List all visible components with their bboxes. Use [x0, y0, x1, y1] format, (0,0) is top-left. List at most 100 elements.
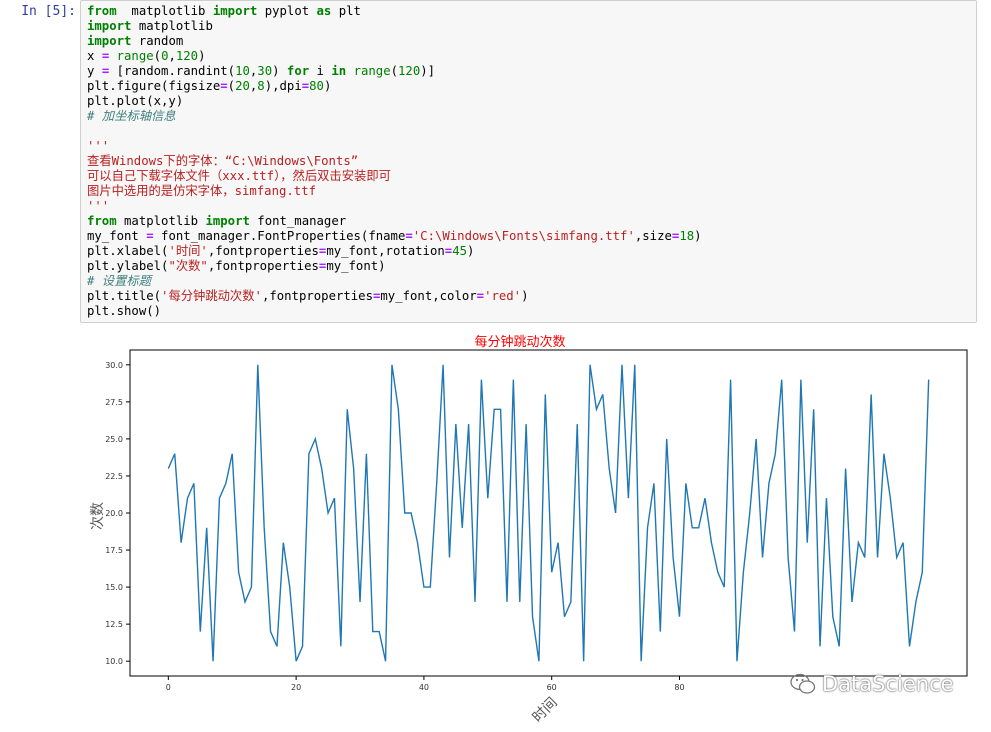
code-line: # 设置标题 [87, 274, 970, 289]
x-axis-label: 时间 [530, 695, 561, 726]
code-token: ) [467, 244, 474, 258]
code-token: ),dpi [265, 79, 302, 93]
code-line: import matplotlib [87, 19, 970, 34]
code-token: 'red' [484, 289, 521, 303]
code-token: ''' [87, 139, 109, 153]
code-token: '每分钟跳动次数' [161, 289, 262, 303]
code-token: plt.ylabel( [87, 259, 168, 273]
code-token: )] [420, 64, 435, 78]
code-token: plt.xlabel( [87, 244, 168, 258]
code-line: ''' [87, 139, 970, 154]
code-token: '时间' [168, 244, 207, 258]
code-token: ( [154, 49, 161, 63]
y-tick-label: 12.5 [105, 620, 123, 629]
y-tick-label: 20.0 [105, 509, 123, 518]
series-line [168, 365, 928, 661]
code-line: plt.plot(x,y) [87, 94, 970, 109]
code-token: import [205, 214, 249, 228]
x-axis: 020406080 [166, 676, 685, 692]
y-tick-label: 25.0 [105, 435, 123, 444]
code-token: import [87, 19, 131, 33]
code-line: plt.xlabel('时间',fontproperties=my_font,r… [87, 244, 970, 259]
code-token: x [87, 49, 102, 63]
code-token: matplotlib [117, 214, 206, 228]
code-token: ) [521, 289, 528, 303]
code-token: ( [228, 79, 235, 93]
code-token: , [168, 49, 175, 63]
code-token: my_font [87, 229, 146, 243]
line-chart: 每分钟跳动次数 10.012.515.017.520.022.525.027.5… [80, 330, 980, 728]
cell-prompt: In [5]: [0, 4, 76, 19]
code-token: = [477, 289, 484, 303]
code-token: plt.show() [87, 304, 161, 318]
code-token: 18 [679, 229, 694, 243]
code-cell-input[interactable]: from matplotlib import pyplot as pltimpo… [80, 0, 977, 323]
code-token: range [354, 64, 391, 78]
code-line: plt.show() [87, 304, 970, 319]
code-token: ) [324, 79, 331, 93]
code-token: 80 [309, 79, 324, 93]
code-line: ''' [87, 199, 970, 214]
cell-output: 每分钟跳动次数 10.012.515.017.520.022.525.027.5… [80, 330, 980, 728]
code-line: y = [random.randint(10,30) for i in rang… [87, 64, 970, 79]
code-token: = [220, 79, 227, 93]
code-token [346, 64, 353, 78]
code-token: "次数" [168, 259, 207, 273]
code-token: from [87, 214, 117, 228]
y-tick-label: 27.5 [105, 398, 123, 407]
code-token: font_manager [250, 214, 346, 228]
y-tick-label: 10.0 [105, 657, 123, 666]
code-line: 查看Windows下的字体：“C:\Windows\Fonts” [87, 154, 970, 169]
code-line: from matplotlib import pyplot as plt [87, 4, 970, 19]
code-token: ( [391, 64, 398, 78]
code-token: my_font,rotation [326, 244, 444, 258]
x-tick-label: 80 [674, 683, 684, 692]
code-editor[interactable]: from matplotlib import pyplot as pltimpo… [87, 4, 970, 319]
code-token: 8 [257, 79, 264, 93]
code-token: i [309, 64, 331, 78]
y-axis: 10.012.515.017.520.022.525.027.530.0 [105, 361, 130, 666]
code-token: ,fontproperties [208, 259, 319, 273]
y-tick-label: 30.0 [105, 361, 123, 370]
code-token: 120 [176, 49, 198, 63]
code-token: 30 [257, 64, 272, 78]
code-line: 图片中选用的是仿宋字体，simfang.ttf [87, 184, 970, 199]
code-line: plt.figure(figsize=(20,8),dpi=80) [87, 79, 970, 94]
code-token: ) [694, 229, 701, 243]
code-token: random [131, 34, 183, 48]
code-token: pyplot [257, 4, 316, 18]
code-line: from matplotlib import font_manager [87, 214, 970, 229]
wechat-icon [790, 673, 816, 695]
code-token: 120 [398, 64, 420, 78]
code-token: 45 [452, 244, 467, 258]
code-token [109, 49, 116, 63]
code-token: ) [198, 49, 205, 63]
chart-title: 每分钟跳动次数 [474, 334, 565, 350]
code-token: ''' [87, 199, 109, 213]
code-line: x = range(0,120) [87, 49, 970, 64]
code-token: plt.title( [87, 289, 161, 303]
code-line: 可以自己下载字体文件（xxx.ttf），然后双击安装即可 [87, 169, 970, 184]
code-token: 'C:\Windows\Fonts\simfang.ttf' [413, 229, 635, 243]
series-points [168, 365, 928, 661]
code-token: # 设置标题 [87, 274, 151, 288]
plot-area [130, 350, 967, 676]
code-line: my_font = font_manager.FontProperties(fn… [87, 229, 970, 244]
code-token: range [117, 49, 154, 63]
watermark-text: DataScience [822, 672, 954, 696]
code-token: = [146, 229, 153, 243]
code-line [87, 124, 970, 139]
code-token: # 加坐标轴信息 [87, 109, 176, 123]
code-line: plt.title('每分钟跳动次数',fontproperties=my_fo… [87, 289, 970, 304]
y-axis-label: 次数 [90, 502, 106, 530]
code-token: ,fontproperties [262, 289, 373, 303]
code-token: ,size [635, 229, 672, 243]
code-token: ,fontproperties [208, 244, 319, 258]
code-token: y [87, 64, 102, 78]
code-token: my_font) [326, 259, 385, 273]
code-token: matplotlib [117, 4, 213, 18]
code-token: = [405, 229, 412, 243]
code-line: # 加坐标轴信息 [87, 109, 970, 124]
code-token: for [287, 64, 309, 78]
x-tick-label: 0 [166, 683, 171, 692]
